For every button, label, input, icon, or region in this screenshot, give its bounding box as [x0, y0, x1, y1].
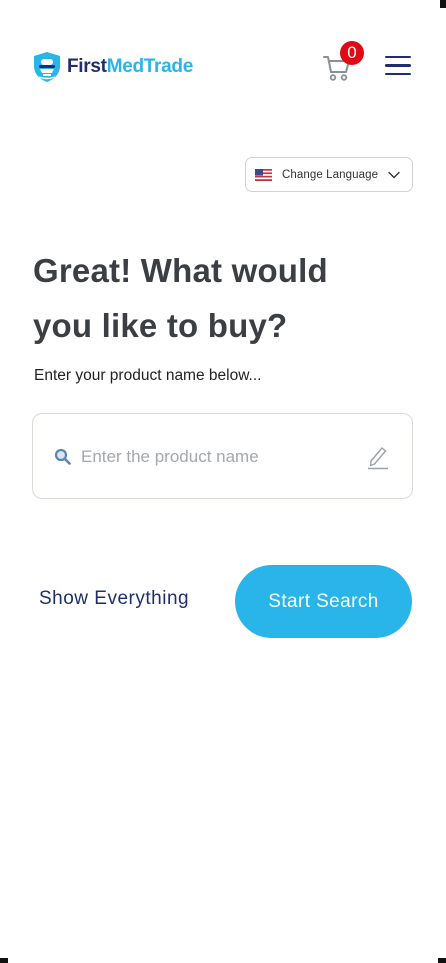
brand-logo[interactable]: FirstMedTrade [33, 51, 193, 83]
us-flag-icon [255, 168, 272, 181]
screen-corner-mark [438, 958, 446, 963]
start-search-button[interactable]: Start Search [235, 565, 412, 638]
page-title-line-1: Great! What would [33, 252, 328, 289]
search-icon [54, 448, 71, 465]
product-name-input[interactable] [81, 442, 351, 472]
change-language-label: Change Language [282, 168, 379, 181]
page-title-line-2: you like to buy? [33, 307, 288, 344]
shield-logo-icon [34, 52, 60, 82]
hamburger-menu-icon[interactable] [385, 56, 411, 78]
brand-name-first: First [67, 56, 107, 77]
brand-name-medtrade: MedTrade [106, 56, 194, 77]
page-title: Great! What would you like to buy? [33, 243, 403, 353]
pencil-icon[interactable] [367, 444, 389, 470]
site-header: FirstMedTrade 0 [0, 0, 446, 136]
page-subtitle: Enter your product name below... [34, 367, 262, 384]
product-search-box[interactable] [32, 413, 413, 499]
cart-button[interactable]: 0 [322, 41, 364, 82]
cart-count-badge: 0 [340, 41, 364, 65]
brand-name: FirstMedTrade [67, 56, 193, 78]
show-everything-button[interactable]: Show Everything [39, 588, 189, 610]
chevron-down-icon [388, 171, 400, 178]
screen-corner-mark [0, 958, 8, 963]
change-language-dropdown[interactable]: Change Language [245, 157, 413, 192]
